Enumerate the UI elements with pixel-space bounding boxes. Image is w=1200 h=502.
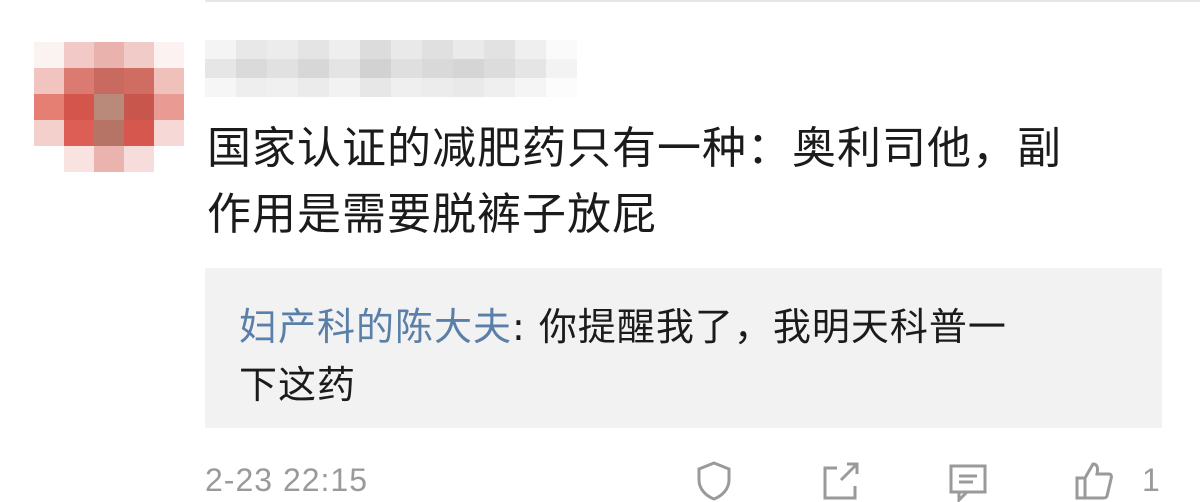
share-icon[interactable] [819,460,861,502]
username-mosaic [205,40,580,97]
comment-line-1: 国家认证的减肥药只有一种：奥利司他，副 [207,123,1062,174]
reply-line-1: 你提醒我了，我明天科普一 [538,305,1007,349]
avatar[interactable] [34,42,184,172]
reply-box[interactable]: 妇产科的陈大夫: 你提醒我了，我明天科普一 下这药 [205,268,1162,428]
reply-line-2: 下这药 [239,363,357,407]
username-obscured[interactable] [205,40,580,98]
reply-text: 妇产科的陈大夫: 你提醒我了，我明天科普一 下这药 [239,298,1132,414]
reply-author-link[interactable]: 妇产科的陈大夫 [239,305,512,349]
timestamp: 2-23 22:15 [205,462,369,498]
comment-line-2: 作用是需要脱裤子放屁 [207,189,657,240]
comment-footer: 2-23 22:15 1 [205,452,1200,502]
like-count: 1 [1142,462,1160,498]
top-divider [205,0,1200,2]
avatar-mosaic [34,42,184,172]
like-icon[interactable] [1073,460,1115,502]
shield-icon[interactable] [693,460,735,502]
reply-separator: : [512,305,539,349]
comment-text: 国家认证的减肥药只有一种：奥利司他，副 作用是需要脱裤子放屁 [207,116,1172,248]
comment-icon[interactable] [947,460,989,502]
